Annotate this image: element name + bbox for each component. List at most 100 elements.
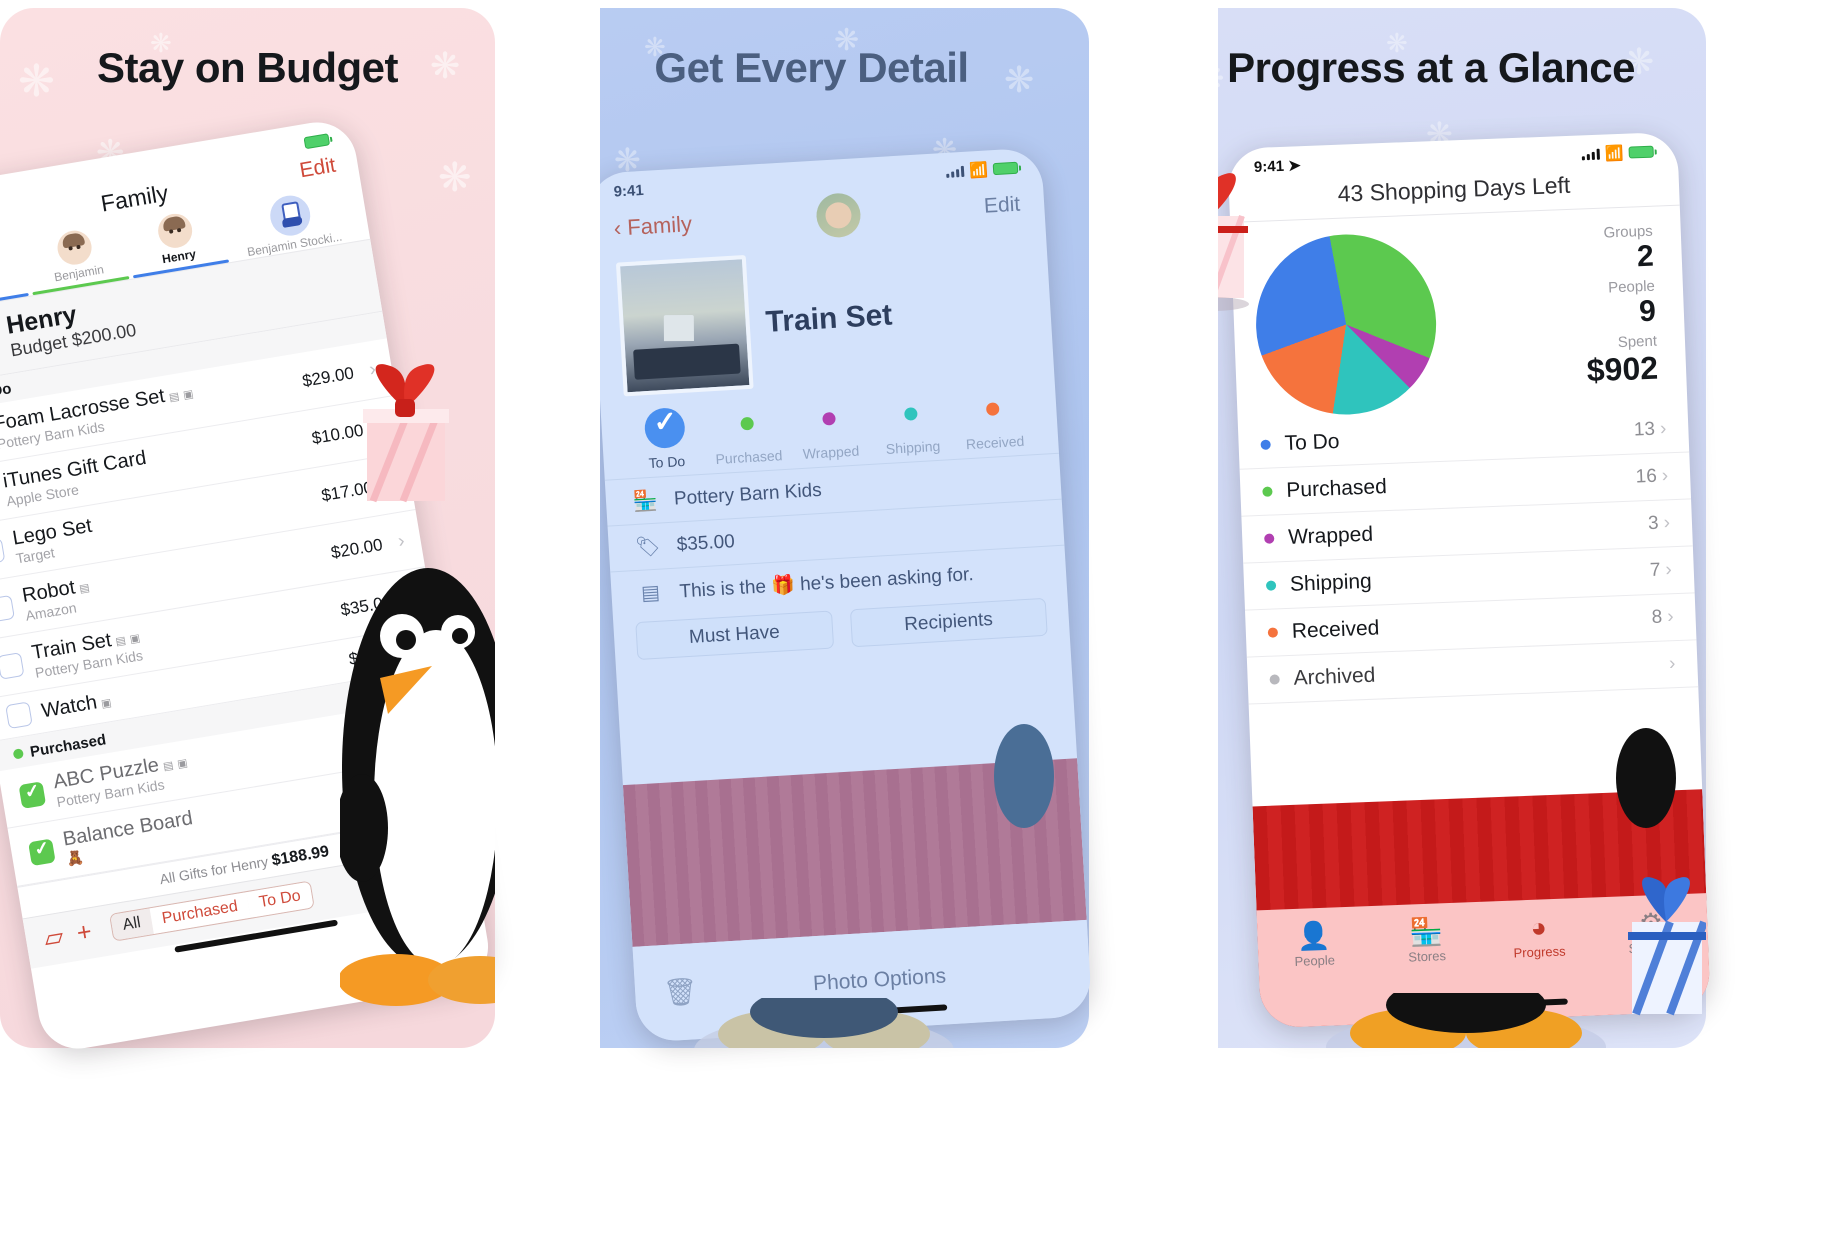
avatar[interactable] (814, 192, 862, 239)
status-option-wrapped[interactable]: Wrapped (787, 396, 873, 463)
gift-title: Train Set (764, 298, 894, 339)
tab-stores[interactable]: 🏪 Stores (1369, 916, 1483, 968)
status-dot-icon (1262, 486, 1273, 497)
chevron-right-icon: › (377, 415, 387, 438)
status-dot-icon (822, 411, 836, 426)
detail-text: $35.00 (676, 530, 736, 556)
status-count: 16 (1635, 465, 1658, 488)
store-icon: 🏪 (1408, 916, 1444, 948)
share-button[interactable]: Share (400, 858, 459, 891)
gift-price: $10.00 (310, 420, 365, 448)
chevron-right-icon: › (367, 358, 378, 381)
status-right (303, 133, 331, 150)
status-label: To Do (1284, 429, 1340, 455)
signal-icon (946, 165, 965, 178)
chevron-right-icon: › (1666, 606, 1674, 628)
stat-value: $902 (1586, 349, 1659, 389)
segment-purchased[interactable]: Purchased (149, 892, 251, 935)
gift-title: Watch (39, 690, 99, 722)
compose-icon[interactable]: ▱ (42, 921, 66, 954)
avatar (0, 313, 1, 374)
status-time: 9:41 (613, 181, 645, 201)
gift-price: $17.00 (319, 477, 375, 505)
status-label: Wrapped (802, 442, 860, 462)
status-dot-icon (1264, 533, 1275, 544)
edit-button[interactable]: Edit (983, 193, 1021, 219)
photo-options-button[interactable]: Photo Options (812, 964, 946, 996)
stat-value: 9 (1638, 294, 1657, 329)
phone-mockup-detail: 9:41 📶 ‹ Family Edit Train Set T (600, 147, 1093, 1043)
gift-price: $10.00 (347, 641, 402, 669)
status-label: Purchased (1285, 475, 1388, 502)
status-option-shipping[interactable]: Shipping (869, 391, 955, 458)
checkbox[interactable] (28, 838, 56, 867)
status-option-received[interactable]: Received (951, 386, 1037, 453)
gift-price: $35.00 (339, 591, 394, 620)
status-dot-icon (740, 416, 754, 431)
snowflake-icon: ❋ (438, 156, 472, 200)
status-label: Purchased (715, 447, 783, 468)
avatar (55, 228, 95, 268)
penguin-decoration (1218, 668, 1226, 868)
tab-progress[interactable]: ◕ Progress (1482, 911, 1596, 963)
tab-settings[interactable]: ⚙ Settings (1594, 907, 1708, 959)
gallery-panel-3: Progress at a Glance ❋ ❋ ❋ ❋ (1218, 0, 1836, 1256)
status-dot-icon (1265, 580, 1277, 591)
plus-icon[interactable]: + (75, 917, 94, 948)
battery-charging-icon (1628, 145, 1654, 159)
status-dot-icon (12, 748, 25, 760)
chevron-right-icon: › (1663, 512, 1671, 534)
penguin-decoration (600, 648, 618, 948)
pie-icon: ◕ (1529, 912, 1548, 943)
screenshot-gallery: Stay on Budget ❋ ❋ ❋ ❋ ❋ ❋ (0, 0, 1836, 1256)
tab-label: Settings (1628, 939, 1676, 956)
battery-charging-icon (303, 133, 331, 150)
must-have-button[interactable]: Must Have (635, 610, 834, 661)
status-count: 7 (1649, 559, 1661, 582)
checkbox[interactable] (0, 594, 15, 623)
store-icon: 🏪 (632, 489, 659, 514)
avatar (155, 211, 195, 251)
note-icon: ▤ (162, 759, 175, 774)
gallery-panel-2: Get Every Detail ❋ ❋ ❋ ❋ ❋ ❋ (600, 0, 1218, 1256)
status-option-purchased[interactable]: Purchased (705, 401, 791, 468)
checkbox[interactable] (18, 780, 47, 809)
status-label: Shipping (885, 437, 941, 457)
gift-price: $9.00 (383, 675, 429, 702)
person-icon: 👤 (1296, 920, 1332, 952)
recipients-button[interactable]: Recipients (849, 597, 1048, 648)
status-count: 3 (1647, 512, 1660, 535)
segment-all[interactable]: All (110, 908, 154, 941)
stats-column: Groups 2 People 9 Spent $902 (1433, 222, 1665, 399)
trash-icon[interactable]: 🗑 (662, 975, 698, 1009)
chevron-right-icon: › (405, 587, 416, 609)
photo-area (622, 758, 1087, 947)
back-button[interactable]: ‹ Family (613, 211, 693, 242)
tab-label: Stores (1408, 947, 1447, 965)
checkbox[interactable] (5, 701, 33, 730)
note-icon: ▤ (78, 581, 91, 596)
status-time: 9:41 ➤ (1253, 157, 1302, 176)
checkbox[interactable] (0, 651, 25, 680)
panel-2-headline: Get Every Detail (654, 44, 969, 91)
chevron-right-icon: › (1661, 465, 1669, 487)
status-option-todo[interactable]: To Do (623, 406, 709, 473)
status-dot-icon (986, 402, 1001, 416)
segment-todo[interactable]: To Do (246, 881, 314, 918)
wifi-icon: 📶 (1604, 144, 1625, 163)
chevron-right-icon: › (386, 472, 397, 495)
gear-icon: ⚙ (1638, 907, 1664, 939)
tab-people[interactable]: 👤 People (1257, 920, 1371, 972)
checkbox[interactable] (0, 537, 6, 565)
battery-charging-icon (992, 161, 1019, 176)
wifi-icon: 📶 (968, 161, 989, 180)
check-circle-icon (643, 406, 687, 450)
camera-icon: ▣ (182, 388, 195, 402)
note-icon: ▤ (640, 581, 661, 605)
chevron-right-icon: › (1665, 559, 1673, 581)
gift-photo[interactable] (615, 254, 754, 397)
status-label: Wrapped (1287, 522, 1374, 549)
stocking-icon (266, 192, 313, 239)
panel-3-headline: Progress at a Glance (1227, 44, 1635, 91)
edit-button[interactable]: Edit (298, 153, 338, 183)
